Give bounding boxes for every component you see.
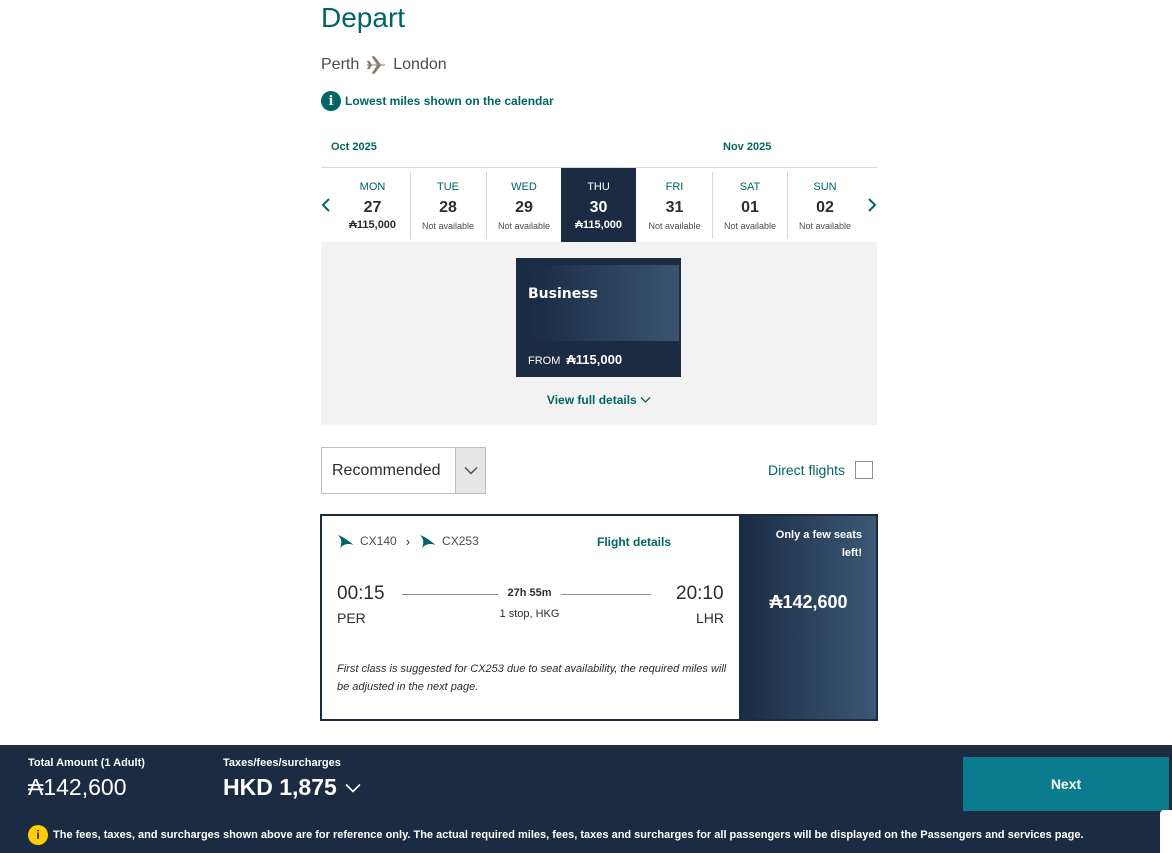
date-cell[interactable]: MON 27 ₳115,000: [335, 172, 410, 239]
date-cell[interactable]: SUN 02 Not available: [787, 172, 862, 239]
fees-disclaimer: i The fees, taxes, and surcharges shown …: [28, 825, 1084, 845]
miles-icon: ₳: [574, 219, 583, 231]
calendar-info-text: Lowest miles shown on the calendar: [345, 94, 554, 108]
chevron-down-icon: [455, 448, 485, 493]
next-button[interactable]: Next: [963, 757, 1169, 811]
date-status: Not available: [421, 221, 475, 231]
date-cell[interactable]: WED 29 Not available: [486, 172, 561, 239]
chat-widget-edge[interactable]: [1160, 810, 1172, 853]
flight-selection-page: Depart Perth London i Lowest miles shown…: [0, 0, 1172, 853]
flight-price-panel[interactable]: Only a few seats left! ₳142,600: [739, 516, 876, 719]
flight-stops: 1 stop, HKG: [499, 608, 560, 620]
sort-value: Recommended: [332, 461, 441, 479]
date-number: 29: [515, 199, 533, 216]
date-status: Not available: [723, 221, 777, 231]
cabin-name: Business: [528, 286, 598, 302]
plane-icon: [365, 54, 387, 76]
miles-icon: ₳: [566, 352, 576, 367]
direct-flights-checkbox[interactable]: [855, 461, 874, 479]
prev-dates-button[interactable]: [317, 196, 335, 214]
airline-logo-icon: [420, 535, 437, 548]
cabin-note: First class is suggested for CX253 due t…: [337, 663, 727, 693]
total-amount: ₳142,600: [28, 774, 127, 800]
chevron-right-icon: ›: [405, 533, 411, 549]
date-dow: MON: [359, 181, 386, 193]
route-line: [561, 594, 651, 595]
tax-label: Taxes/fees/surcharges: [223, 757, 341, 769]
date-number: 01: [741, 199, 759, 216]
direct-flights-label: Direct flights: [768, 462, 846, 478]
flight-result-card[interactable]: CX140 › CX253 Flight details 00:15 PER 2…: [320, 514, 878, 721]
date-number: 30: [589, 199, 608, 216]
date-status: Not available: [648, 221, 701, 231]
miles-icon: ₳: [769, 592, 783, 612]
depart-airport: PER: [337, 610, 366, 626]
date-dow: THU: [587, 181, 610, 193]
destination-city: London: [393, 56, 447, 73]
calendar-info: i Lowest miles shown on the calendar: [321, 91, 554, 111]
next-dates-button[interactable]: [863, 196, 881, 214]
tax-amount: HKD 1,875: [223, 774, 337, 800]
date-dow: FRI: [665, 181, 684, 193]
date-dow: SAT: [739, 181, 761, 193]
miles-icon: ₳: [28, 774, 44, 800]
flight-code: CX140: [360, 534, 397, 548]
chevron-left-icon: [321, 198, 330, 212]
flight-details-link[interactable]: Flight details: [597, 535, 671, 549]
cabin-from-price: FROM ₳115,000: [528, 352, 623, 367]
tax-amount-toggle[interactable]: HKD 1,875: [223, 774, 361, 801]
chevron-down-icon: [345, 783, 361, 793]
date-status: Not available: [497, 221, 551, 231]
cabin-panel: Business FROM ₳115,000 View full details: [321, 242, 877, 425]
date-number: 28: [439, 199, 457, 216]
page-title: Depart: [321, 2, 406, 33]
flight-price: ₳142,600: [769, 592, 848, 612]
summary-bar: Total Amount (1 Adult) ₳142,600 Taxes/fe…: [0, 745, 1172, 853]
origin-city: Perth: [321, 56, 360, 73]
date-cell-selected[interactable]: THU 30 ₳115,000: [561, 168, 636, 243]
depart-time: 00:15: [337, 583, 385, 604]
miles-icon: ₳: [348, 219, 357, 231]
flight-codes: CX140 › CX253: [337, 532, 479, 550]
flight-code: CX253: [442, 534, 479, 548]
month-label-oct: Oct 2025: [331, 141, 377, 153]
date-number: 02: [816, 199, 834, 216]
date-price: ₳115,000: [348, 219, 397, 231]
view-full-details-link[interactable]: View full details: [321, 393, 877, 407]
date-cell[interactable]: SAT 01 Not available: [712, 172, 787, 239]
date-number: 31: [665, 199, 684, 216]
chevron-right-icon: [868, 198, 877, 212]
route-line: [402, 594, 498, 595]
cabin-card-business[interactable]: Business FROM ₳115,000: [516, 258, 681, 377]
date-cell[interactable]: TUE 28 Not available: [410, 172, 485, 239]
arrive-airport: LHR: [696, 610, 725, 626]
date-dow: WED: [511, 181, 537, 193]
date-strip: MON 27 ₳115,000 TUE 28 Not available WED…: [321, 167, 877, 243]
disclaimer-text: The fees, taxes, and surcharges shown ab…: [53, 829, 1084, 841]
date-status: Not available: [798, 221, 852, 231]
cabin-card-image: [528, 265, 679, 341]
date-price: ₳115,000: [574, 219, 623, 231]
date-dow: TUE: [437, 181, 459, 193]
seats-warning: Only a few seats left!: [775, 529, 862, 559]
airline-logo-icon: [338, 535, 354, 548]
flight-duration: 27h 55m: [507, 587, 552, 599]
arrive-time: 20:10: [676, 583, 724, 604]
date-dow: SUN: [813, 181, 837, 193]
date-number: 27: [363, 199, 382, 216]
month-label-nov: Nov 2025: [723, 141, 772, 153]
date-cell[interactable]: FRI 31 Not available: [637, 172, 712, 239]
info-icon: i: [321, 91, 341, 111]
flight-info: CX140 › CX253 Flight details 00:15 PER 2…: [322, 516, 739, 719]
direct-flights-filter[interactable]: Direct flights: [768, 461, 874, 479]
chevron-down-icon: [640, 397, 651, 403]
route: Perth London: [321, 54, 447, 76]
warning-icon: i: [28, 825, 48, 845]
total-label: Total Amount (1 Adult): [28, 757, 145, 769]
sort-select[interactable]: Recommended: [321, 447, 486, 494]
